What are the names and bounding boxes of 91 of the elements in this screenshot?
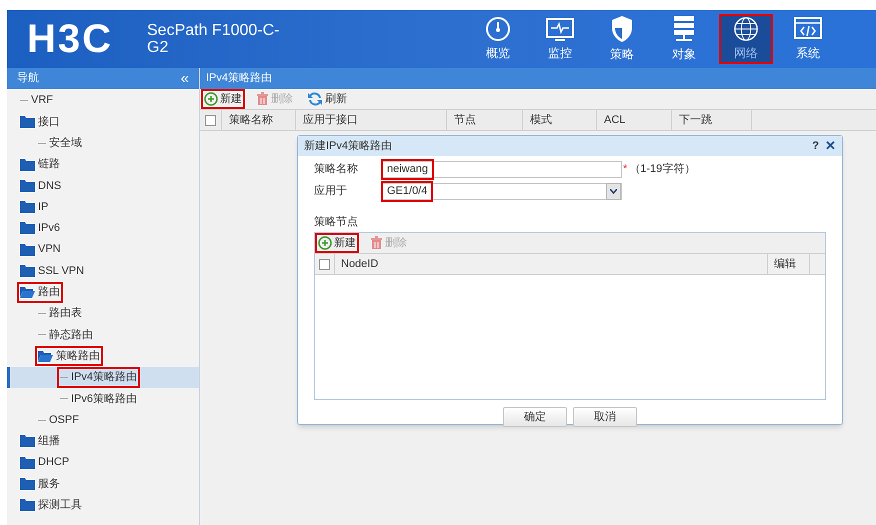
tree-item[interactable]: 接口 [19, 114, 61, 130]
logo: H3C [27, 16, 114, 63]
column-header: 节点 [454, 112, 476, 128]
tree-item[interactable]: 组播 [19, 433, 61, 450]
dropdown-button[interactable] [606, 183, 621, 200]
folder-icon [20, 222, 35, 234]
open-folder-icon [38, 350, 53, 362]
globe-icon [731, 16, 761, 42]
column-header: 下一跳 [679, 112, 712, 128]
nav-tab[interactable]: 对象 [657, 14, 711, 64]
folder-icon [20, 158, 35, 171]
folder-icon [20, 435, 35, 448]
toolbar-button[interactable]: 刷新 [306, 90, 348, 108]
tree-item[interactable]: IPv6 [19, 220, 62, 237]
tree-item[interactable]: 探测工具 [19, 497, 83, 514]
plus-circle-icon [318, 236, 332, 250]
server-stack-icon [671, 15, 697, 43]
column-header: 编辑 [774, 256, 796, 272]
plus-circle-icon [204, 92, 218, 106]
tree-item[interactable]: DNS [19, 178, 62, 194]
tree-item[interactable]: SSL VPN [19, 262, 86, 280]
tree-item[interactable]: 策略路由 [37, 348, 101, 364]
dialog-button[interactable]: 确定 [503, 407, 567, 427]
tree-item[interactable]: OSPF [37, 412, 80, 428]
field-value: neiwang [383, 161, 432, 178]
help-button[interactable]: ? [812, 138, 819, 154]
chevron-down-icon [610, 189, 617, 194]
checkbox[interactable] [319, 258, 330, 270]
select-field[interactable]: GE1/0/4 [382, 183, 622, 200]
tree-item[interactable]: 安全域 [37, 134, 83, 152]
tree-item[interactable]: 静态路由 [37, 326, 94, 344]
product-name: SecPath F1000-C-G2 [147, 22, 281, 56]
column-header: 应用于接口 [303, 112, 358, 128]
checkbox[interactable] [205, 114, 216, 126]
tree-connector [20, 100, 28, 102]
nav-tab[interactable]: 系统 [781, 14, 835, 64]
tree-item[interactable]: VRF [19, 92, 54, 109]
folder-icon [20, 456, 35, 469]
tree-connector [38, 142, 46, 144]
shield-icon [610, 15, 634, 43]
column-header: 模式 [530, 112, 552, 128]
refresh-icon [307, 92, 323, 106]
column-header: 策略名称 [229, 112, 273, 128]
tree-item[interactable]: 路由 [19, 284, 61, 301]
close-button[interactable]: ✕ [825, 136, 836, 156]
input-field[interactable]: neiwang [382, 161, 622, 178]
tree-item[interactable]: VPN [19, 241, 62, 258]
section-title: 策略节点 [314, 214, 359, 230]
nav-tab[interactable]: 监控 [533, 14, 587, 64]
gauge-icon [485, 16, 511, 42]
tree-connector [38, 420, 46, 421]
sidebar-title: 导航 [17, 70, 39, 86]
field-label: 应用于 [314, 184, 348, 200]
toolbar-button[interactable]: 新建 [317, 234, 357, 252]
nav-tab[interactable]: 概览 [471, 14, 525, 64]
selection-indicator [7, 366, 10, 388]
folder-icon [20, 180, 35, 192]
nav-tab[interactable]: 策略 [595, 14, 649, 64]
tree-connector [38, 334, 46, 336]
tree-item[interactable]: IP [19, 198, 50, 216]
tree-item[interactable]: 服务 [19, 476, 61, 492]
tree-item[interactable]: IPv6策略路由 [59, 390, 138, 408]
column-header: NodeID [341, 256, 378, 272]
column-header: ACL [604, 112, 626, 128]
folder-icon [20, 201, 35, 214]
folder-icon [20, 499, 35, 512]
field-label: 策略名称 [314, 162, 359, 178]
code-window-icon [793, 16, 823, 42]
tree-connector [38, 313, 46, 314]
folder-icon [20, 116, 35, 128]
folder-icon [20, 244, 35, 256]
trash-icon [256, 92, 269, 106]
open-folder-icon [20, 286, 35, 298]
tree-connector [60, 377, 68, 378]
dialog-title: 新建IPv4策略路由 [304, 138, 392, 154]
tree-connector [60, 398, 68, 400]
tree-item[interactable]: 链路 [19, 156, 61, 173]
monitor-icon [545, 16, 575, 42]
folder-icon [20, 265, 35, 278]
required-mark: * [623, 162, 628, 178]
tree-item[interactable]: 路由表 [37, 305, 83, 322]
page-title: IPv4策略路由 [206, 71, 272, 86]
tree-item[interactable]: DHCP [19, 454, 70, 471]
dialog-button[interactable]: 取消 [573, 407, 637, 427]
folder-icon [20, 478, 35, 490]
nav-tab[interactable]: 网络 [719, 14, 773, 64]
toolbar-button[interactable]: 新建 [203, 90, 243, 108]
collapse-button[interactable]: « [180, 71, 189, 86]
trash-icon [370, 236, 383, 250]
field-value: GE1/0/4 [383, 183, 432, 200]
field-hint: （1-19字符） [629, 162, 696, 178]
